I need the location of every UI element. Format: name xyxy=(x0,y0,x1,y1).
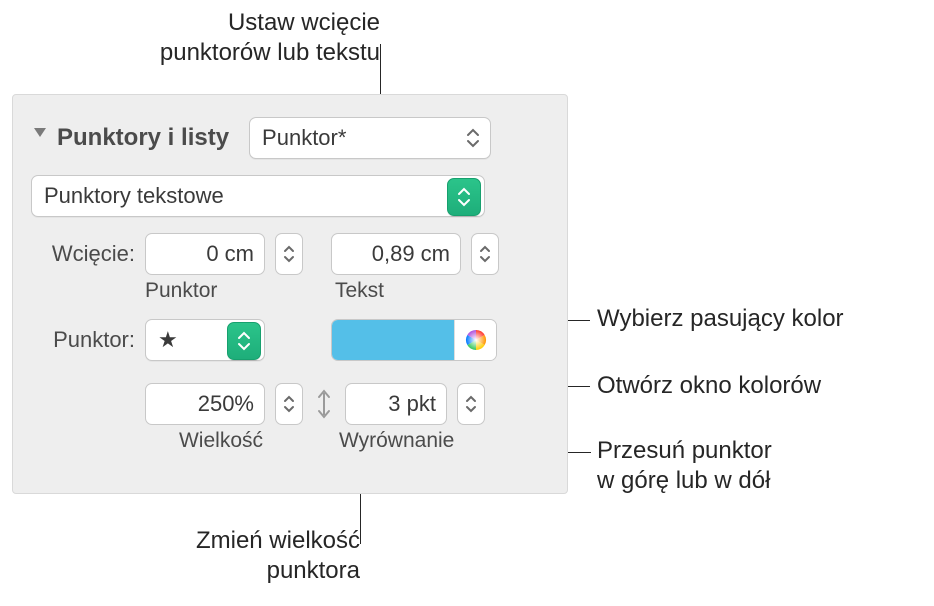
disclosure-triangle[interactable] xyxy=(31,123,49,141)
chevron-up-icon xyxy=(465,395,477,403)
indent-label: Wcięcie: xyxy=(31,241,135,267)
callout-change-size: Zmień wielkość punktora xyxy=(90,526,360,586)
dropdown-button-icon xyxy=(447,178,481,216)
bullet-glyph-dropdown[interactable]: ★ xyxy=(145,319,265,361)
bullet-glyph-label: Punktor: xyxy=(31,327,135,353)
color-picker-button[interactable] xyxy=(454,320,496,360)
dropdown-button-icon xyxy=(227,322,261,360)
size-input[interactable]: 250% xyxy=(145,383,265,425)
bullet-type-value: Punktory tekstowe xyxy=(44,183,224,209)
callout-open-color: Otwórz okno kolorów xyxy=(597,371,821,401)
list-style-dropdown[interactable]: Punktor* xyxy=(249,117,491,159)
chevron-down-icon xyxy=(283,405,295,413)
indent-bullet-stepper[interactable] xyxy=(275,233,303,275)
size-sublabel: Wielkość xyxy=(145,429,297,453)
callout-indent-label: Ustaw wcięcie punktorów lub tekstu xyxy=(90,8,380,68)
indent-text-stepper[interactable] xyxy=(471,233,499,275)
color-swatch[interactable] xyxy=(332,320,454,360)
indent-text-input[interactable]: 0,89 cm xyxy=(331,233,461,275)
chevron-up-icon xyxy=(479,245,491,253)
indent-bullet-sublabel: Punktor xyxy=(145,279,297,303)
align-value: 3 pkt xyxy=(388,391,436,417)
size-value: 250% xyxy=(198,391,254,417)
indent-text-value: 0,89 cm xyxy=(372,241,450,267)
callout-choose-color: Wybierz pasujący kolor xyxy=(597,304,844,334)
chevron-down-icon xyxy=(283,255,295,263)
color-wheel-icon xyxy=(464,328,488,352)
chevron-up-icon xyxy=(283,245,295,253)
bullets-lists-panel: Punktory i listy Punktor* Punktory tekst… xyxy=(12,94,568,494)
align-arrows-icon xyxy=(313,383,335,425)
bullet-glyph-value: ★ xyxy=(158,327,178,353)
chevron-down-icon xyxy=(465,405,477,413)
indent-text-sublabel: Tekst xyxy=(335,279,384,303)
bullet-type-dropdown[interactable]: Punktory tekstowe xyxy=(31,175,485,217)
bullet-color-well xyxy=(331,319,497,361)
callout-move-bullet: Przesuń punktor w górę lub w dół xyxy=(597,436,772,496)
chevron-up-down-icon xyxy=(466,128,480,148)
chevron-up-icon xyxy=(283,395,295,403)
indent-bullet-input[interactable]: 0 cm xyxy=(145,233,265,275)
chevron-down-icon xyxy=(479,255,491,263)
section-title: Punktory i listy xyxy=(57,124,229,152)
indent-bullet-value: 0 cm xyxy=(206,241,254,267)
align-sublabel: Wyrównanie xyxy=(339,429,475,453)
list-style-value: Punktor* xyxy=(262,125,346,151)
align-stepper[interactable] xyxy=(457,383,485,425)
align-input[interactable]: 3 pkt xyxy=(345,383,447,425)
size-stepper[interactable] xyxy=(275,383,303,425)
